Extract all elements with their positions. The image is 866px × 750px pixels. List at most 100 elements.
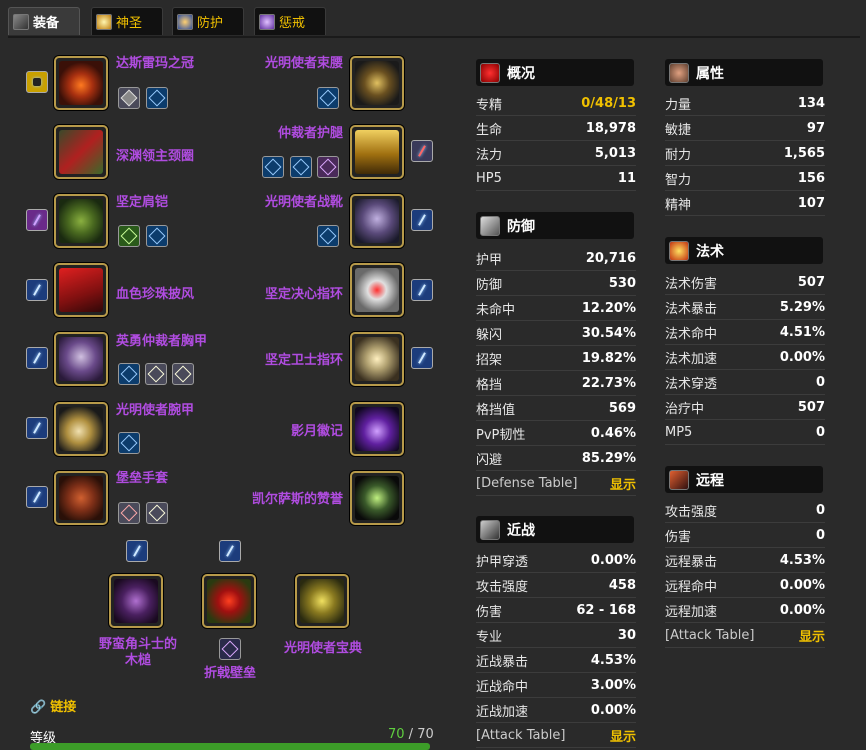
- trinket1-slot[interactable]: [350, 402, 404, 456]
- trinket2-slot[interactable]: [350, 471, 404, 525]
- hands-item-name[interactable]: 堡垒手套: [116, 467, 168, 486]
- off-hand-item-name[interactable]: 折戟壁垒: [204, 662, 256, 681]
- stat-label: PvP韧性: [476, 427, 526, 443]
- hands-slot[interactable]: [54, 471, 108, 525]
- enchant-icon[interactable]: [411, 209, 433, 231]
- relic-item-name[interactable]: 光明使者宝典: [284, 637, 362, 656]
- stat-row: 法力 5,013: [476, 141, 636, 166]
- trinket1-item-name[interactable]: 影月徽记: [291, 420, 343, 439]
- feet-slot[interactable]: [350, 194, 404, 248]
- stat-label: 远程命中: [665, 579, 718, 595]
- gem-icon[interactable]: [118, 87, 140, 109]
- ring2-slot[interactable]: [350, 332, 404, 386]
- mace-icon: [114, 579, 158, 623]
- stat-value: 5,013: [594, 145, 636, 161]
- gem-icon[interactable]: [146, 87, 168, 109]
- ring1-slot[interactable]: [350, 263, 404, 317]
- stat-value: 0/48/13: [581, 95, 636, 111]
- head-item-name[interactable]: 达斯雷玛之冠: [116, 52, 194, 71]
- stat-label: 力量: [665, 97, 692, 113]
- gem-icon[interactable]: [118, 363, 140, 385]
- ring2-item-name[interactable]: 坚定卫士指环: [265, 349, 343, 368]
- stat-label: 攻击强度: [665, 504, 718, 520]
- gem-icon[interactable]: [172, 363, 194, 385]
- tab-protection[interactable]: 防护: [172, 7, 244, 35]
- gem-icon[interactable]: [262, 156, 284, 178]
- table-label: [Defense Table]: [476, 475, 578, 491]
- wrist-item-name[interactable]: 光明使者腕甲: [116, 399, 194, 418]
- enchant-icon[interactable]: [26, 417, 48, 439]
- stat-value: 0.00%: [779, 577, 825, 593]
- back-item-name[interactable]: 血色珍珠披风: [116, 283, 194, 302]
- stat-value: 4.53%: [779, 552, 825, 568]
- enchant-icon[interactable]: [411, 140, 433, 162]
- stat-value: 458: [608, 577, 636, 593]
- bow-icon: [669, 469, 689, 490]
- main-hand-slot[interactable]: [109, 574, 163, 628]
- gem-icon[interactable]: [146, 502, 168, 524]
- gem-icon[interactable]: [146, 225, 168, 247]
- stat-label: 法术穿透: [665, 376, 718, 392]
- gem-icon[interactable]: [145, 363, 167, 385]
- chest-item-name[interactable]: 英勇仲裁者胸甲: [116, 330, 207, 349]
- tab-retribution[interactable]: 惩戒: [254, 7, 326, 35]
- level-sep: /: [404, 727, 418, 742]
- gem-icon[interactable]: [317, 87, 339, 109]
- relic-slot[interactable]: [295, 574, 349, 628]
- tab-equipment[interactable]: 装备: [8, 7, 80, 35]
- enchant-icon[interactable]: [26, 279, 48, 301]
- gem-icon[interactable]: [118, 502, 140, 524]
- stat-row: 精神 107: [665, 191, 825, 216]
- stat-label: 生命: [476, 122, 503, 138]
- enchant-icon[interactable]: [26, 209, 48, 231]
- enchant-icon[interactable]: [219, 540, 241, 562]
- gem-icon[interactable]: [317, 156, 339, 178]
- show-table-link[interactable]: 显示: [610, 474, 636, 493]
- off-hand-slot[interactable]: [202, 574, 256, 628]
- enchant-icon[interactable]: [411, 279, 433, 301]
- back-slot[interactable]: [54, 263, 108, 317]
- wrist-slot[interactable]: [54, 402, 108, 456]
- enchant-icon[interactable]: [411, 347, 433, 369]
- show-table-link[interactable]: 显示: [610, 726, 636, 745]
- tab-holy[interactable]: 神圣: [91, 7, 163, 35]
- main-hand-item-name[interactable]: 野蛮角斗士的 木槌: [92, 637, 184, 669]
- stat-value: 507: [797, 274, 825, 290]
- stat-row: 防御 530: [476, 271, 636, 296]
- waist-slot[interactable]: [350, 56, 404, 110]
- enchant-icon[interactable]: [26, 486, 48, 508]
- neck-item-name[interactable]: 深渊领主颈圈: [116, 145, 194, 164]
- enchant-icon[interactable]: [26, 71, 48, 93]
- shield-icon: [207, 579, 251, 623]
- legs-item-name[interactable]: 仲裁者护腿: [278, 122, 343, 141]
- shoulder-item-name[interactable]: 坚定肩铠: [116, 191, 168, 210]
- gem-icon[interactable]: [317, 225, 339, 247]
- waist-item-name[interactable]: 光明使者束腰: [265, 52, 343, 71]
- level-value: 70 / 70: [388, 727, 434, 742]
- gem-icon[interactable]: [118, 432, 140, 454]
- stat-label: 护甲: [476, 252, 503, 268]
- stat-label: 法术暴击: [665, 301, 718, 317]
- neck-slot[interactable]: [54, 125, 108, 179]
- medallion-icon: [355, 476, 399, 520]
- trinket2-item-name[interactable]: 凯尔萨斯的赞誉: [252, 488, 343, 507]
- stat-row: 攻击强度 458: [476, 573, 636, 598]
- stat-value: 0.00%: [779, 349, 825, 365]
- melee-title: 近战: [507, 522, 535, 539]
- gem-icon[interactable]: [219, 638, 241, 660]
- ring1-item-name[interactable]: 坚定决心指环: [265, 283, 343, 302]
- enchant-icon[interactable]: [26, 347, 48, 369]
- enchant-icon[interactable]: [126, 540, 148, 562]
- legs-slot[interactable]: [350, 125, 404, 179]
- stat-row: 未命中 12.20%: [476, 296, 636, 321]
- gem-icon[interactable]: [290, 156, 312, 178]
- shoulder-slot[interactable]: [54, 194, 108, 248]
- feet-item-name[interactable]: 光明使者战靴: [265, 191, 343, 210]
- chest-slot[interactable]: [54, 332, 108, 386]
- link-button[interactable]: 🔗 链接: [30, 696, 76, 715]
- show-table-link[interactable]: 显示: [799, 626, 825, 645]
- gem-icon[interactable]: [118, 225, 140, 247]
- stat-row: 护甲穿透 0.00%: [476, 548, 636, 573]
- head-slot[interactable]: [54, 56, 108, 110]
- stat-value: 0.46%: [590, 425, 636, 441]
